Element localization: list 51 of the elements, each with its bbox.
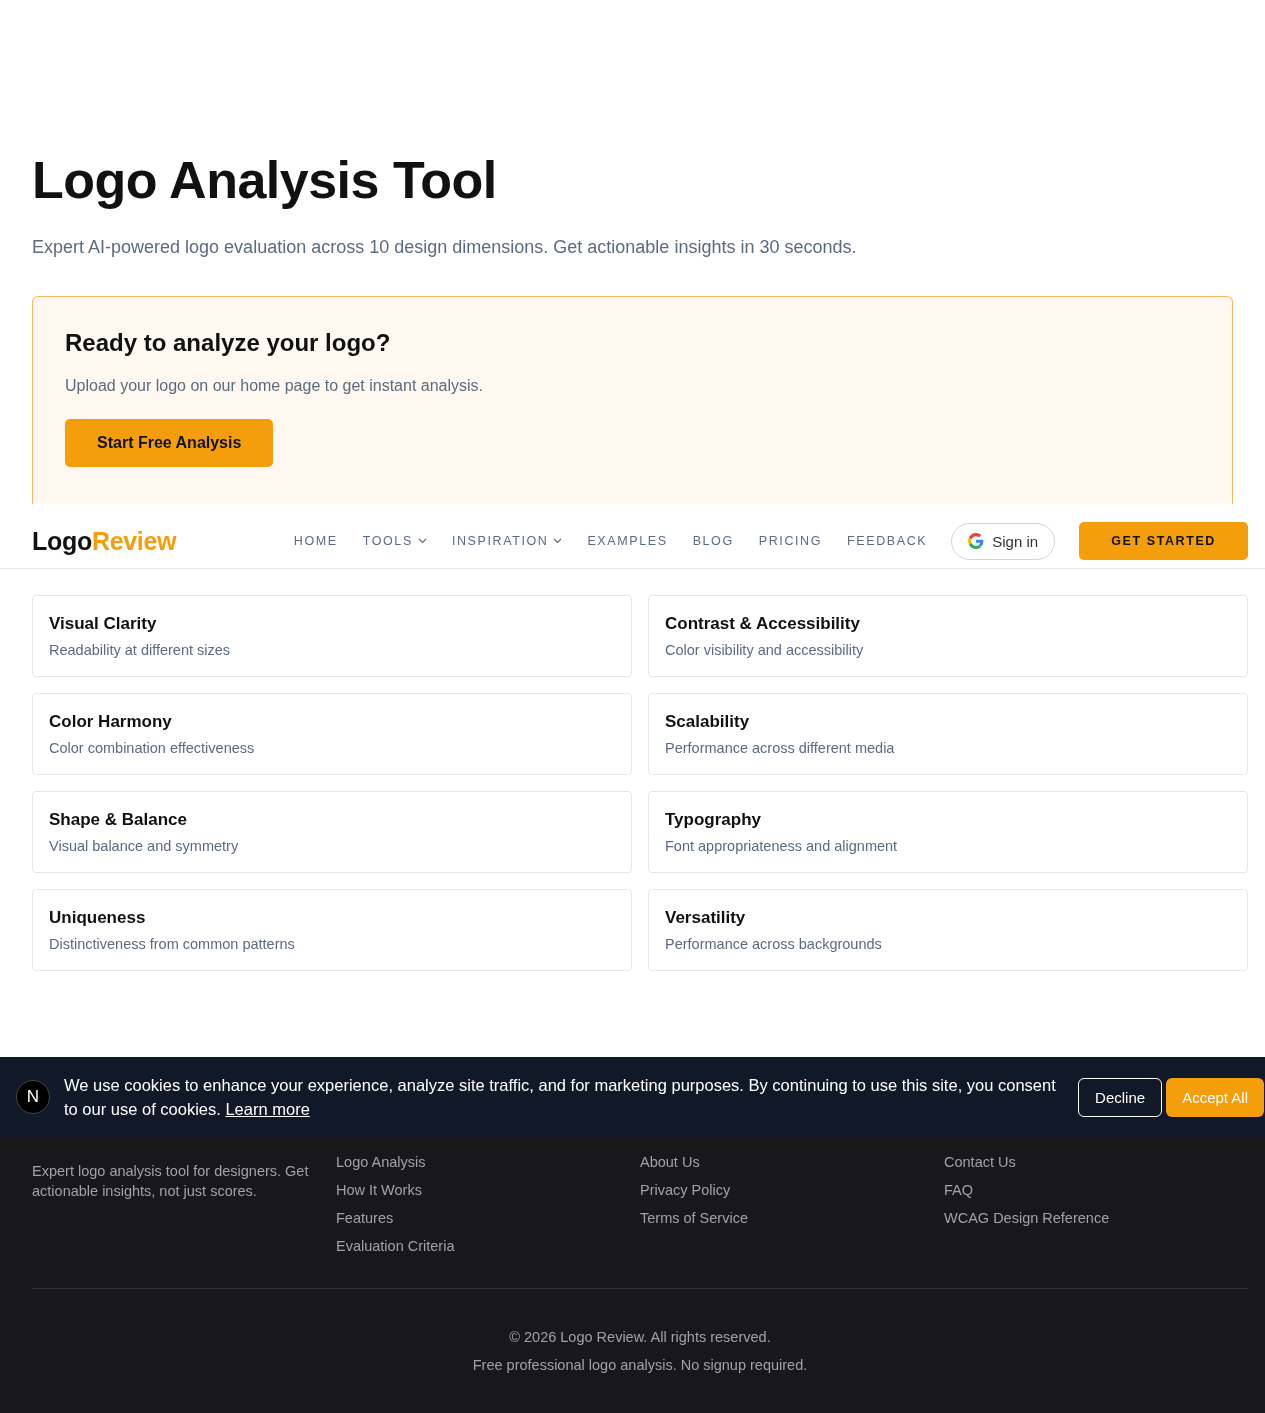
cta-title: Ready to analyze your logo? xyxy=(65,329,391,357)
footer-link[interactable]: Features xyxy=(336,1209,394,1228)
criterion-description: Performance across different media xyxy=(665,740,896,756)
criterion-title: Visual Clarity xyxy=(49,614,158,634)
nav-link[interactable]: TOOLS xyxy=(362,534,427,548)
page-title: Logo Analysis Tool xyxy=(32,150,498,210)
footer-link[interactable]: Privacy Policy xyxy=(640,1181,731,1200)
criterion-description: Readability at different sizes xyxy=(49,642,232,658)
footer-link[interactable]: Contact Us xyxy=(944,1153,1016,1172)
criterion-title: Typography xyxy=(665,810,763,830)
cta-text: Upload your logo on our home page to get instant analysis. xyxy=(65,377,485,395)
get-started-button[interactable]: GET STARTED xyxy=(1079,522,1248,560)
sign-in-button[interactable]: Sign in xyxy=(951,522,1056,560)
criterion-title: Scalability xyxy=(665,712,751,732)
footer-note: Free professional logo analysis. No signup required. xyxy=(471,1356,809,1375)
criterion-title: Uniqueness xyxy=(49,908,147,928)
google-g-icon xyxy=(968,533,985,549)
site-logo[interactable]: LogoReview xyxy=(32,526,177,556)
nav-link[interactable]: EXAMPLES xyxy=(587,534,668,548)
nav-link[interactable]: PRICING xyxy=(758,534,823,548)
footer-link[interactable]: Terms of Service xyxy=(640,1209,748,1228)
cookie-message: We use cookies to enhance your experience, analyze site traffic, and for marketing purposes. By continuing to use this site, you consent to our use of cookies. Learn more xyxy=(64,1075,1057,1120)
nav-link[interactable]: BLOG xyxy=(692,534,734,548)
learn-more-link[interactable]: Learn more xyxy=(225,1100,310,1118)
criterion-title: Shape & Balance xyxy=(49,810,188,830)
criterion-title: Color Harmony xyxy=(49,712,173,732)
copyright-text: © 2026 Logo Review. All rights reserved. xyxy=(508,1328,772,1347)
footer-link[interactable]: How It Works xyxy=(336,1181,422,1200)
footer-link[interactable]: FAQ xyxy=(944,1181,973,1200)
criterion-description: Font appropriateness and alignment xyxy=(665,838,899,854)
criterion-description: Color visibility and accessibility xyxy=(665,642,865,658)
footer-link[interactable]: WCAG Design Reference xyxy=(944,1209,1110,1228)
criterion-title: Versatility xyxy=(665,908,747,928)
nav-link[interactable]: FEEDBACK xyxy=(847,534,928,548)
decline-button[interactable]: Decline xyxy=(1078,1077,1163,1117)
criterion-description: Performance across backgrounds xyxy=(665,936,883,952)
criterion-description: Color combination effectiveness xyxy=(49,740,256,756)
dev-tools-badge[interactable]: N xyxy=(16,1080,50,1114)
footer-link[interactable]: About Us xyxy=(640,1153,700,1172)
page-subtitle: Expert AI-powered logo evaluation across 10 design dimensions. Get actionable insights in 30 seconds. xyxy=(32,236,858,259)
footer-link[interactable]: Logo Analysis xyxy=(336,1153,426,1172)
start-analysis-button[interactable]: Start Free Analysis xyxy=(65,419,274,467)
criterion-description: Visual balance and symmetry xyxy=(49,838,240,854)
nav-link[interactable]: INSPIRATION xyxy=(451,534,563,548)
footer-link[interactable]: Evaluation Criteria xyxy=(336,1237,455,1256)
chevron-down-icon xyxy=(417,538,427,544)
footer-tagline: Expert logo analysis tool for designers. Get actionable insights, not just scores. xyxy=(32,1162,310,1201)
nav-link[interactable]: HOME xyxy=(293,534,338,548)
criterion-title: Contrast & Accessibility xyxy=(665,614,861,634)
criterion-description: Distinctiveness from common patterns xyxy=(49,936,296,952)
chevron-down-icon xyxy=(553,538,563,544)
